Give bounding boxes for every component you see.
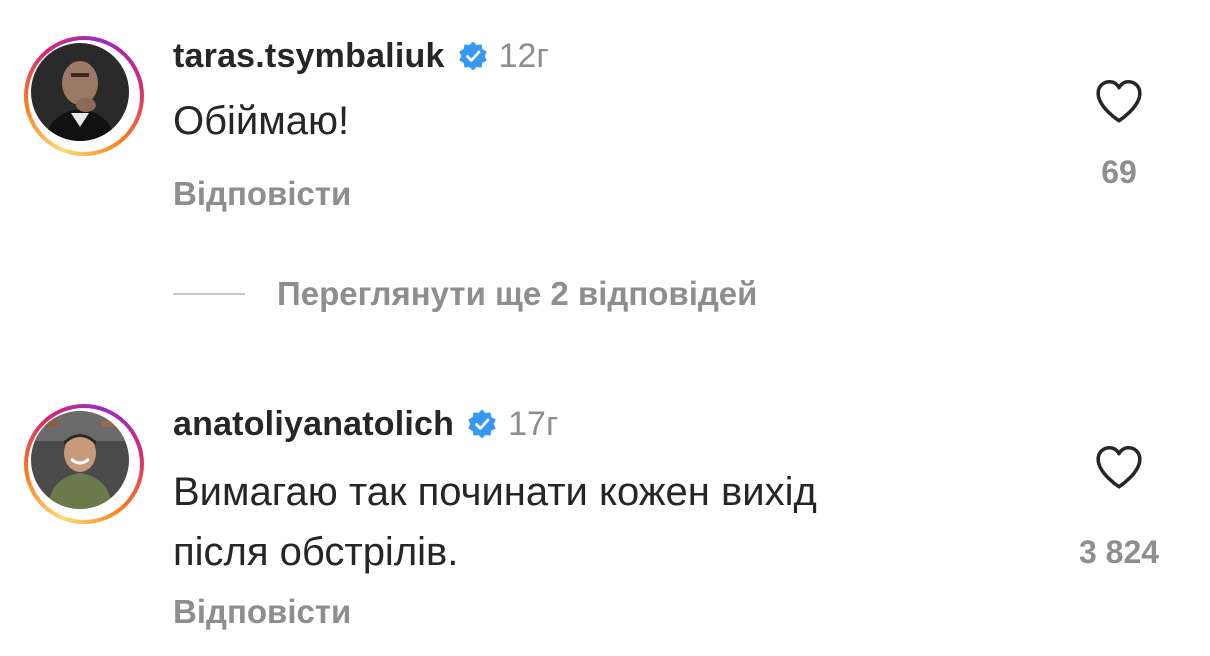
avatar-photo — [31, 411, 129, 509]
comment-item: taras.tsymbaliuk 12г Обіймаю! Відповісти… — [0, 0, 1210, 240]
reply-button[interactable]: Відповісти — [173, 593, 351, 631]
like-count: 3 824 — [1078, 534, 1160, 570]
username-link[interactable]: anatoliyanatolich — [173, 405, 454, 444]
avatar[interactable] — [31, 411, 129, 509]
comment-timestamp: 17г — [508, 404, 559, 443]
comment-text-line: Обіймаю! — [173, 99, 350, 143]
heart-outline-icon[interactable] — [1094, 444, 1144, 490]
comment-header: anatoliyanatolich 17г — [173, 404, 558, 444]
comment-item: anatoliyanatolich 17г Вимагаю так почина… — [0, 378, 1210, 656]
like-area: 69 — [1049, 78, 1189, 191]
reply-button[interactable]: Відповісти — [173, 175, 351, 213]
verified-badge-icon — [458, 41, 487, 71]
comment-text: Вимагаю так починати кожен вихід після о… — [173, 462, 993, 582]
view-more-replies-label: Переглянути ще 2 відповідей — [277, 275, 758, 312]
comment-text: Обіймаю! — [173, 91, 993, 151]
username-link[interactable]: taras.tsymbaliuk — [173, 37, 445, 76]
avatar[interactable] — [31, 43, 129, 141]
comment-timestamp: 12г — [498, 36, 549, 75]
replies-divider-line — [173, 293, 245, 295]
heart-outline-icon[interactable] — [1094, 78, 1144, 124]
avatar-story-ring[interactable] — [24, 36, 144, 156]
comment-header: taras.tsymbaliuk 12г — [173, 36, 549, 76]
verified-badge-icon — [468, 409, 496, 439]
like-count: 69 — [1101, 154, 1137, 190]
avatar-photo — [31, 43, 129, 141]
comment-text-line: після обстрілів. — [173, 530, 459, 574]
like-area: 3 824 — [1049, 444, 1189, 571]
avatar-story-ring[interactable] — [24, 404, 144, 524]
comment-text-line: Вимагаю так починати кожен вихід — [173, 470, 817, 514]
view-more-replies-button[interactable]: Переглянути ще 2 відповідей — [173, 272, 757, 316]
